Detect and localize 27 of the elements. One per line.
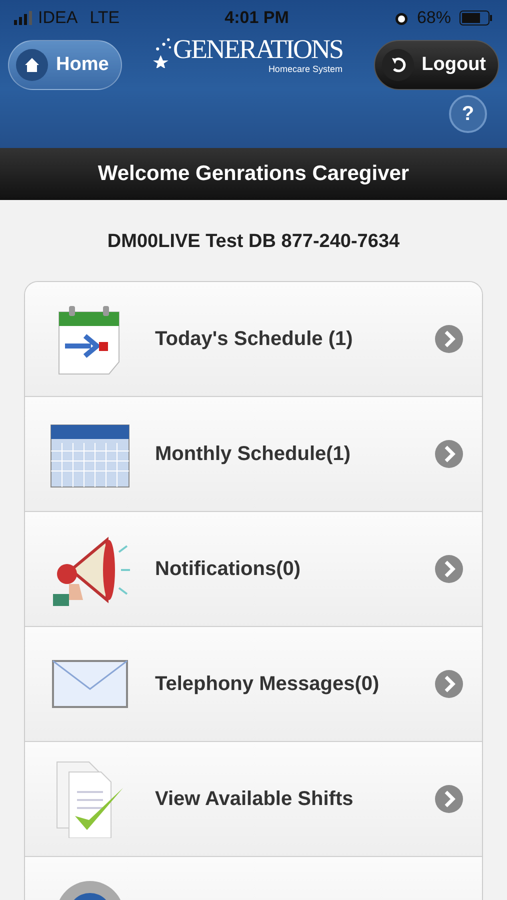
home-button[interactable]: Home bbox=[8, 40, 122, 90]
chevron-icon bbox=[434, 668, 464, 698]
battery-icon bbox=[458, 10, 493, 26]
logo-subtitle: Homecare System bbox=[268, 63, 342, 76]
stars-icon bbox=[152, 36, 173, 68]
battery-percent: 68% bbox=[416, 7, 451, 30]
menu-item[interactable]: Telephony Messages(0) bbox=[25, 626, 482, 742]
signal-icon bbox=[14, 11, 34, 25]
menu-item[interactable]: Today's Schedule (1) bbox=[25, 282, 482, 396]
chevron-icon bbox=[434, 438, 464, 468]
agency-text: DM00LIVE Test DB 877-240-7634 bbox=[107, 231, 400, 252]
menu-item[interactable]: Monthly Schedule(1) bbox=[25, 396, 482, 512]
logo-text: GENERATIONS bbox=[172, 36, 342, 63]
welcome-text: Welcome Genrations Caregiver bbox=[98, 161, 410, 188]
menu-item[interactable]: View Available Shifts bbox=[25, 742, 482, 856]
undo-icon bbox=[390, 57, 406, 73]
network-type: LTE bbox=[90, 7, 120, 30]
clock-time: 4:01 PM bbox=[224, 7, 289, 30]
chevron-icon bbox=[434, 324, 464, 354]
carrier-name: IDEA bbox=[38, 7, 78, 30]
menu-item[interactable]: Notifications(0) bbox=[25, 512, 482, 626]
alarm-icon bbox=[394, 10, 409, 26]
chevron-icon bbox=[434, 784, 464, 814]
help-button[interactable]: ? bbox=[449, 95, 487, 133]
logout-button[interactable]: Logout bbox=[374, 40, 499, 90]
chevron-icon bbox=[434, 554, 464, 584]
home-icon bbox=[24, 57, 40, 73]
